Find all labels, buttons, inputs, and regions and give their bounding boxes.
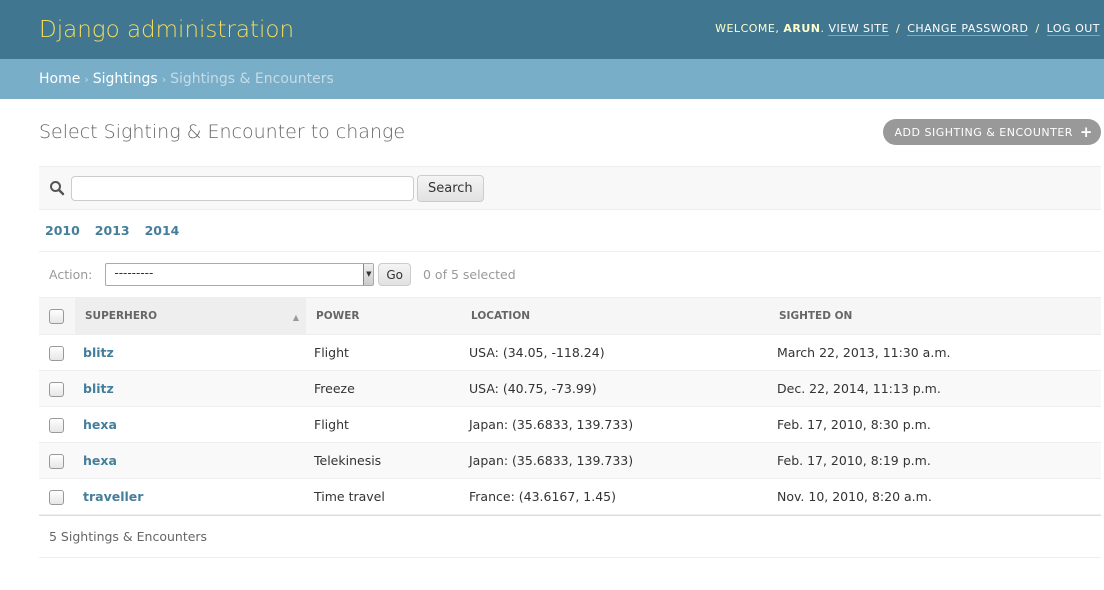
- welcome-text: Welcome,: [715, 22, 780, 35]
- column-header-superhero[interactable]: Superhero ▲: [75, 297, 306, 335]
- table-row: hexa Flight Japan: (35.6833, 139.733) Fe…: [39, 406, 1101, 443]
- column-header-sighted-on[interactable]: Sighted on: [769, 297, 1101, 335]
- row-select-cell: [39, 334, 75, 371]
- superhero-link[interactable]: traveller: [83, 489, 143, 504]
- date-link-2013[interactable]: 2013: [95, 223, 130, 238]
- row-checkbox[interactable]: [49, 489, 64, 505]
- table-header-row: Superhero ▲ Power Location Sighted on: [39, 297, 1101, 335]
- header: Django administration Welcome, Arun. Vie…: [0, 0, 1104, 59]
- table-row: blitz Flight USA: (34.05, -118.24) March…: [39, 334, 1101, 371]
- table-row: hexa Telekinesis Japan: (35.6833, 139.73…: [39, 442, 1101, 479]
- log-out-link[interactable]: Log out: [1046, 22, 1100, 36]
- plus-icon: +: [1079, 123, 1093, 141]
- breadcrumb-app[interactable]: Sightings: [93, 71, 158, 87]
- change-password-link[interactable]: Change password: [907, 22, 1029, 36]
- superhero-link[interactable]: blitz: [83, 345, 114, 360]
- row-checkbox[interactable]: [49, 345, 64, 361]
- column-header-location[interactable]: Location: [461, 297, 769, 335]
- row-checkbox[interactable]: [49, 453, 64, 469]
- superhero-cell: hexa: [75, 406, 306, 443]
- superhero-cell: blitz: [75, 334, 306, 371]
- table-row: blitz Freeze USA: (40.75, -73.99) Dec. 2…: [39, 370, 1101, 407]
- column-label: Superhero: [85, 310, 158, 322]
- superhero-cell: hexa: [75, 442, 306, 479]
- row-select-cell: [39, 370, 75, 407]
- sighted-on-cell: Dec. 22, 2014, 11:13 p.m.: [769, 370, 1101, 407]
- search-input[interactable]: [71, 175, 414, 201]
- location-cell: France: (43.6167, 1.45): [461, 478, 769, 515]
- column-label: Location: [471, 310, 531, 322]
- go-button[interactable]: Go: [378, 263, 411, 286]
- superhero-link[interactable]: blitz: [83, 381, 114, 396]
- search-toolbar: Search: [39, 166, 1101, 210]
- action-selected-option: ---------: [114, 266, 154, 280]
- date-link-2010[interactable]: 2010: [45, 223, 80, 238]
- add-button-label: Add Sighting & Encounter: [894, 125, 1073, 139]
- date-hierarchy: 2010 2013 2014: [39, 210, 1101, 252]
- select-all-header: [39, 297, 75, 335]
- result-table: Superhero ▲ Power Location Sighted on bl…: [39, 297, 1101, 515]
- power-cell: Flight: [306, 406, 461, 443]
- search-button[interactable]: Search: [417, 174, 484, 202]
- row-select-cell: [39, 442, 75, 479]
- page-title: Select Sighting & Encounter to change: [39, 121, 406, 143]
- breadcrumb: Home › Sightings › Sightings & Encounter…: [0, 59, 1104, 99]
- changelist: Search 2010 2013 2014 Action: --------- …: [39, 166, 1101, 558]
- location-cell: Japan: (35.6833, 139.733): [461, 442, 769, 479]
- superhero-cell: traveller: [75, 478, 306, 515]
- action-select[interactable]: --------- ▼: [105, 263, 375, 286]
- superhero-cell: blitz: [75, 370, 306, 407]
- add-sighting-button[interactable]: Add Sighting & Encounter +: [882, 119, 1101, 145]
- username: Arun: [783, 22, 821, 35]
- table-row: traveller Time travel France: (43.6167, …: [39, 478, 1101, 515]
- location-cell: USA: (34.05, -118.24): [461, 334, 769, 371]
- action-label: Action:: [49, 267, 93, 282]
- search-icon: [49, 180, 65, 196]
- select-all-checkbox[interactable]: [49, 308, 64, 324]
- sighted-on-cell: Feb. 17, 2010, 8:19 p.m.: [769, 442, 1101, 479]
- column-header-power[interactable]: Power: [306, 297, 461, 335]
- sort-ascending-icon[interactable]: ▲: [293, 313, 299, 322]
- location-cell: Japan: (35.6833, 139.733): [461, 406, 769, 443]
- superhero-link[interactable]: hexa: [83, 453, 117, 468]
- power-cell: Telekinesis: [306, 442, 461, 479]
- row-checkbox[interactable]: [49, 381, 64, 397]
- dropdown-arrow-icon: ▼: [363, 264, 374, 285]
- column-label: Sighted on: [779, 310, 853, 322]
- row-select-cell: [39, 478, 75, 515]
- breadcrumb-separator: ›: [84, 72, 89, 86]
- paginator: 5 Sightings & Encounters: [39, 515, 1101, 558]
- action-counter: 0 of 5 selected: [423, 267, 516, 282]
- sighted-on-cell: Feb. 17, 2010, 8:30 p.m.: [769, 406, 1101, 443]
- column-label: Power: [316, 310, 360, 322]
- breadcrumb-home[interactable]: Home: [39, 71, 80, 87]
- location-cell: USA: (40.75, -73.99): [461, 370, 769, 407]
- user-tools: Welcome, Arun. View site / Change passwo…: [715, 22, 1100, 36]
- breadcrumb-current: Sightings & Encounters: [170, 71, 334, 87]
- sighted-on-cell: Nov. 10, 2010, 8:20 a.m.: [769, 478, 1101, 515]
- power-cell: Flight: [306, 334, 461, 371]
- breadcrumb-separator: ›: [161, 72, 167, 86]
- date-link-2014[interactable]: 2014: [145, 223, 180, 238]
- actions-bar: Action: --------- ▼ Go 0 of 5 selected: [39, 252, 1101, 297]
- site-branding[interactable]: Django administration: [39, 17, 294, 43]
- separator: /: [895, 22, 901, 35]
- superhero-link[interactable]: hexa: [83, 417, 117, 432]
- power-cell: Freeze: [306, 370, 461, 407]
- separator: /: [1035, 22, 1040, 35]
- sighted-on-cell: March 22, 2013, 11:30 a.m.: [769, 334, 1101, 371]
- row-select-cell: [39, 406, 75, 443]
- view-site-link[interactable]: View site: [828, 22, 889, 36]
- row-checkbox[interactable]: [49, 417, 64, 433]
- power-cell: Time travel: [306, 478, 461, 515]
